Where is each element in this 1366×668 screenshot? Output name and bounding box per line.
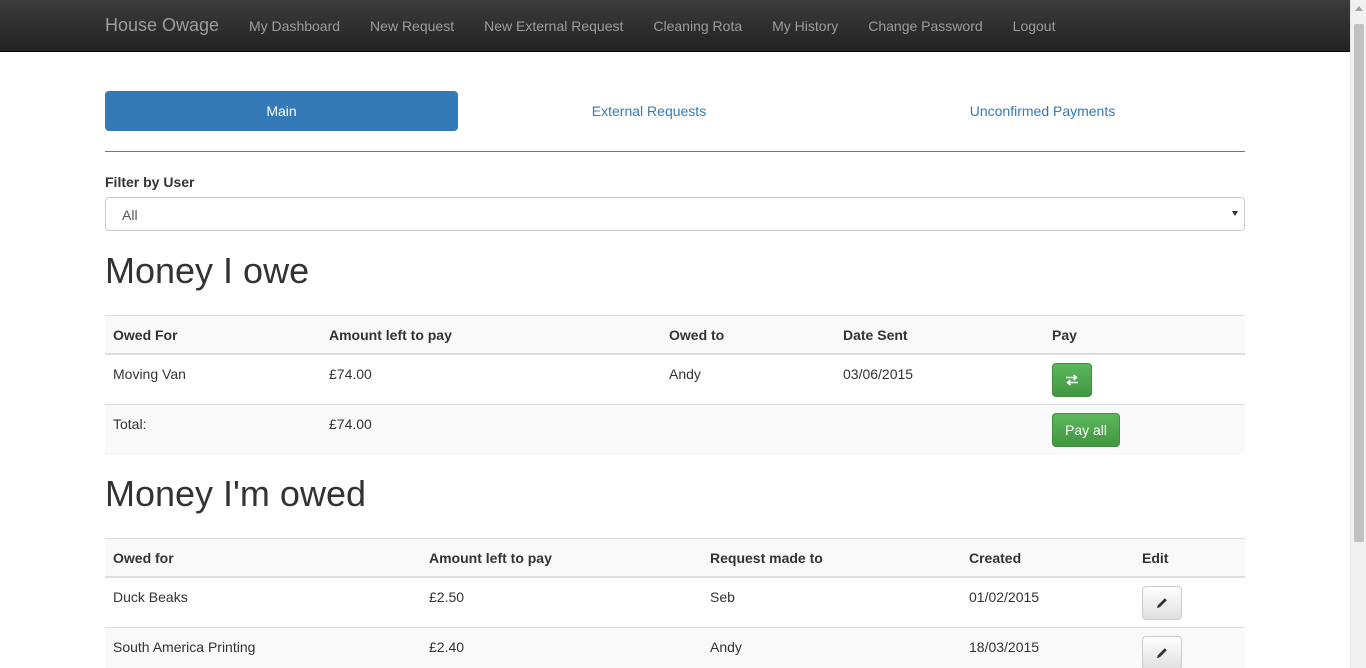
pay-all-button[interactable]: Pay all: [1052, 413, 1120, 447]
filter-user-select[interactable]: All: [105, 197, 1245, 231]
filter-selected-value: All: [122, 207, 138, 223]
divider: [105, 151, 1245, 152]
request-made-to-cell: Andy: [710, 639, 742, 655]
money-i-owe-heading: Money I owe: [105, 250, 310, 291]
tab-unconfirmed-payments[interactable]: Unconfirmed Payments: [840, 91, 1245, 131]
amount-cell: £74.00: [329, 366, 372, 382]
nav-logout[interactable]: Logout: [998, 0, 1071, 52]
page-scrollbar[interactable]: [1350, 0, 1366, 668]
table-row: Duck Beaks £2.50 Seb 01/02/2015: [105, 576, 1245, 627]
request-made-to-cell: Seb: [710, 589, 735, 605]
pay-button[interactable]: [1052, 363, 1092, 397]
nav-change-password[interactable]: Change Password: [853, 0, 997, 52]
created-cell: 01/02/2015: [969, 589, 1040, 605]
amount-cell: £2.50: [429, 589, 465, 605]
amount-cell: £2.40: [429, 639, 465, 655]
edit-button[interactable]: [1142, 636, 1182, 668]
total-amount: £74.00: [329, 416, 372, 432]
total-label: Total:: [113, 416, 147, 432]
owed-to-cell: Andy: [669, 366, 701, 382]
money-im-owed-heading: Money I'm owed: [105, 473, 366, 514]
transfer-icon: [1066, 374, 1078, 386]
created-cell: 18/03/2015: [969, 639, 1040, 655]
top-navbar: House Owage My Dashboard New Request New…: [0, 0, 1350, 52]
pencil-icon: [1157, 598, 1167, 608]
table-row: Moving Van £74.00 Andy 03/06/2015: [105, 353, 1245, 404]
nav-my-dashboard[interactable]: My Dashboard: [234, 0, 355, 52]
column-header: Owed For: [113, 327, 178, 343]
column-header: Owed to: [669, 327, 725, 343]
section-tabs: Main External Requests Unconfirmed Payme…: [105, 91, 1245, 131]
scroll-thumb[interactable]: [1354, 24, 1364, 542]
column-header: Amount left to pay: [329, 327, 452, 343]
money-i-owe-table: Owed For Amount left to pay Owed to Date…: [105, 315, 1245, 455]
table-header-row: Owed For Amount left to pay Owed to Date…: [105, 315, 1245, 353]
caret-down-icon: [1232, 211, 1238, 216]
filter-label: Filter by User: [105, 174, 195, 190]
table-header-row: Owed for Amount left to pay Request made…: [105, 538, 1245, 576]
column-header: Owed for: [113, 550, 174, 566]
column-header: Amount left to pay: [429, 550, 552, 566]
column-header: Created: [969, 550, 1022, 566]
scroll-up-arrow-icon[interactable]: [1355, 6, 1363, 11]
column-header: Edit: [1142, 550, 1169, 566]
brand-link[interactable]: House Owage: [105, 15, 219, 35]
edit-button[interactable]: [1142, 586, 1182, 620]
nav-new-external-request[interactable]: New External Request: [469, 0, 638, 52]
total-row: Total: £74.00 Pay all: [105, 404, 1245, 455]
tab-main[interactable]: Main: [105, 91, 458, 131]
column-header: Pay: [1052, 327, 1077, 343]
nav-my-history[interactable]: My History: [757, 0, 853, 52]
column-header: Request made to: [710, 550, 823, 566]
date-sent-cell: 03/06/2015: [843, 366, 914, 382]
pencil-icon: [1157, 648, 1167, 658]
nav-cleaning-rota[interactable]: Cleaning Rota: [638, 0, 757, 52]
owed-for-cell: South America Printing: [113, 639, 256, 655]
nav-new-request[interactable]: New Request: [355, 0, 469, 52]
owed-for-cell: Moving Van: [113, 366, 186, 382]
table-row: South America Printing £2.40 Andy 18/03/…: [105, 627, 1245, 668]
tab-external-requests[interactable]: External Requests: [458, 91, 840, 131]
owed-for-cell: Duck Beaks: [113, 589, 188, 605]
nav-links: My Dashboard New Request New External Re…: [234, 0, 1070, 52]
money-im-owed-table: Owed for Amount left to pay Request made…: [105, 538, 1245, 668]
column-header: Date Sent: [843, 327, 908, 343]
